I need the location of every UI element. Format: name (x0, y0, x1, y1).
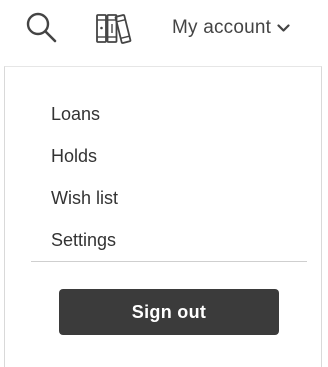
menu-divider (31, 261, 307, 262)
books-icon (96, 14, 132, 44)
library-button[interactable] (94, 8, 134, 48)
menu-item-wish-list[interactable]: Wish list (51, 177, 118, 219)
chevron-down-icon (277, 23, 290, 32)
menu-item-holds[interactable]: Holds (51, 135, 118, 177)
search-icon (26, 12, 57, 43)
account-menu: Loans Holds Wish list Settings (51, 93, 118, 261)
menu-item-settings[interactable]: Settings (51, 219, 118, 261)
page: My account Loans Holds Wish list Setting… (0, 0, 328, 367)
search-button[interactable] (24, 8, 60, 48)
my-account-label: My account (172, 17, 272, 38)
header-bar: My account (0, 0, 328, 60)
sign-out-button[interactable]: Sign out (59, 289, 279, 335)
account-dropdown: Loans Holds Wish list Settings Sign out (4, 66, 322, 367)
my-account-toggle[interactable]: My account (172, 14, 290, 42)
menu-item-loans[interactable]: Loans (51, 93, 118, 135)
